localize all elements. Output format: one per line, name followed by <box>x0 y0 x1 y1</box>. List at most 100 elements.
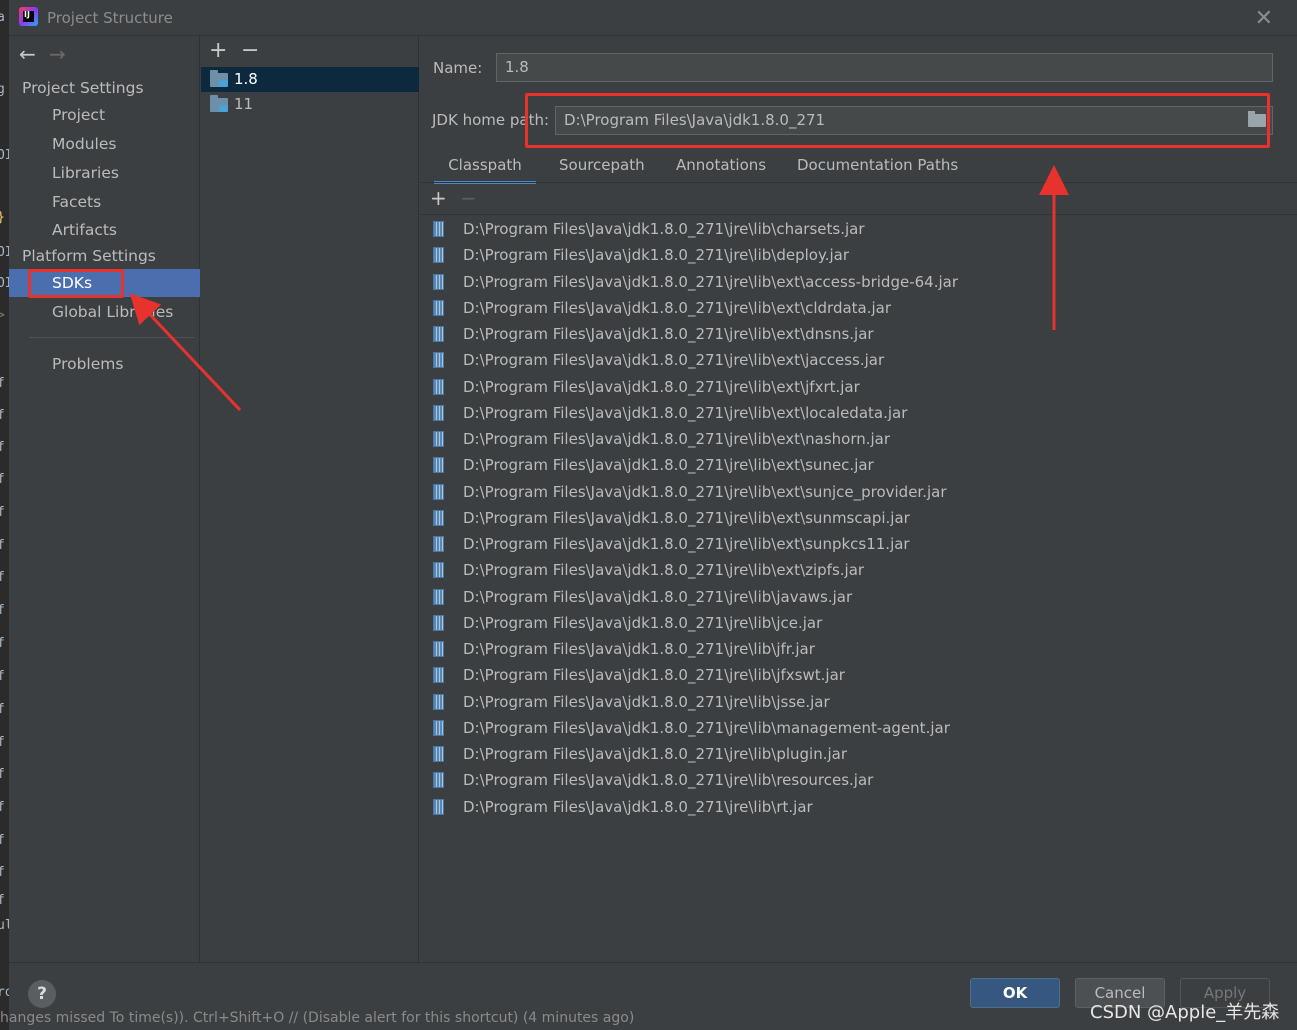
editor-fragment: OI <box>0 245 9 260</box>
ok-button[interactable]: OK <box>970 978 1060 1008</box>
jar-file-icon <box>433 536 444 552</box>
classpath-entry-path: D:\Program Files\Java\jdk1.8.0_271\jre\l… <box>463 587 853 606</box>
classpath-entry[interactable]: D:\Program Files\Java\jdk1.8.0_271\jre\l… <box>420 479 1297 505</box>
classpath-entry[interactable]: D:\Program Files\Java\jdk1.8.0_271\jre\l… <box>420 321 1297 347</box>
window-title: Project Structure <box>47 9 173 27</box>
editor-fragment: ul <box>0 918 9 933</box>
classpath-entry-path: D:\Program Files\Java\jdk1.8.0_271\jre\l… <box>463 745 848 763</box>
editor-fragment: ro <box>0 985 9 1000</box>
editor-fragment: } <box>0 210 5 225</box>
classpath-entry[interactable]: D:\Program Files\Java\jdk1.8.0_271\jre\l… <box>420 662 1297 688</box>
editor-fragment: f <box>0 636 5 651</box>
forward-arrow-icon[interactable]: → <box>49 42 79 66</box>
jdk-folder-icon <box>210 70 228 87</box>
classpath-toolbar: + − <box>430 186 490 210</box>
jar-file-icon <box>433 798 444 815</box>
help-icon[interactable]: ? <box>28 980 56 1008</box>
editor-fragment: f <box>0 376 5 391</box>
classpath-entry[interactable]: D:\Program Files\Java\jdk1.8.0_271\jre\l… <box>420 584 1297 610</box>
sdk-list-pane: + − 1.8 11 <box>201 36 419 962</box>
classpath-entry[interactable]: D:\Program Files\Java\jdk1.8.0_271\jre\l… <box>420 531 1297 557</box>
jdk-home-path-value: D:\Program Files\Java\jdk1.8.0_271 <box>564 111 826 129</box>
classpath-entry[interactable]: D:\Program Files\Java\jdk1.8.0_271\jre\l… <box>420 715 1297 741</box>
classpath-entry[interactable]: D:\Program Files\Java\jdk1.8.0_271\jre\l… <box>420 767 1297 793</box>
close-icon[interactable]: ✕ <box>1255 6 1273 31</box>
classpath-entry[interactable]: D:\Program Files\Java\jdk1.8.0_271\jre\l… <box>420 426 1297 452</box>
classpath-entry-path: D:\Program Files\Java\jdk1.8.0_271\jre\l… <box>463 325 874 343</box>
sdk-details: Name: 1.8 JDK home path: D:\Program File… <box>420 36 1297 962</box>
editor-fragment: f <box>0 440 5 455</box>
classpath-entry-path: D:\Program Files\Java\jdk1.8.0_271\jre\l… <box>463 246 849 265</box>
classpath-entry-path: D:\Program Files\Java\jdk1.8.0_271\jre\l… <box>463 613 823 632</box>
nav-item-project[interactable]: Project <box>9 101 200 129</box>
editor-fragment: OI <box>0 276 9 291</box>
classpath-entry[interactable]: D:\Program Files\Java\jdk1.8.0_271\jre\l… <box>420 242 1297 268</box>
browse-folder-icon[interactable] <box>1248 111 1266 127</box>
classpath-entry-path: D:\Program Files\Java\jdk1.8.0_271\jre\l… <box>463 640 815 658</box>
editor-fragment: f <box>0 767 5 782</box>
nav-divider <box>29 337 194 338</box>
classpath-entry[interactable]: D:\Program Files\Java\jdk1.8.0_271\jre\l… <box>420 741 1297 767</box>
classpath-entry[interactable]: D:\Program Files\Java\jdk1.8.0_271\jre\l… <box>420 452 1297 478</box>
nav-item-problems[interactable]: Problems <box>9 350 200 378</box>
classpath-entry[interactable]: D:\Program Files\Java\jdk1.8.0_271\jre\l… <box>420 505 1297 531</box>
sdk-item-1-8[interactable]: 1.8 <box>201 67 419 92</box>
jar-file-icon <box>433 772 444 789</box>
classpath-entry[interactable]: D:\Program Files\Java\jdk1.8.0_271\jre\l… <box>420 794 1297 820</box>
nav-item-sdks[interactable]: SDKs <box>9 269 200 297</box>
jar-file-icon <box>433 562 444 579</box>
jdk-home-path-field[interactable]: D:\Program Files\Java\jdk1.8.0_271 <box>555 106 1273 135</box>
remove-sdk-icon[interactable]: − <box>241 38 273 63</box>
classpath-entry[interactable]: D:\Program Files\Java\jdk1.8.0_271\jre\l… <box>420 374 1297 400</box>
jar-file-icon <box>433 352 444 369</box>
sdk-item-11[interactable]: 11 <box>201 92 419 117</box>
editor-fragment: f <box>0 800 5 815</box>
nav-item-artifacts[interactable]: Artifacts <box>9 216 200 244</box>
classpath-entry-path: D:\Program Files\Java\jdk1.8.0_271\jre\l… <box>463 508 910 527</box>
jar-file-icon <box>433 509 444 526</box>
nav-history: ← → <box>19 42 79 66</box>
settings-nav: ← → Project Settings Project Modules Libr… <box>9 36 200 962</box>
classpath-entry-path: D:\Program Files\Java\jdk1.8.0_271\jre\l… <box>463 298 892 317</box>
classpath-entry[interactable]: D:\Program Files\Java\jdk1.8.0_271\jre\l… <box>420 557 1297 583</box>
remove-classpath-icon[interactable]: − <box>460 186 490 210</box>
classpath-entry-path: D:\Program Files\Java\jdk1.8.0_271\jre\l… <box>463 482 947 501</box>
jar-file-icon <box>433 221 444 237</box>
classpath-entry[interactable]: D:\Program Files\Java\jdk1.8.0_271\jre\l… <box>420 610 1297 636</box>
nav-item-libraries[interactable]: Libraries <box>9 159 200 187</box>
classpath-entry[interactable]: D:\Program Files\Java\jdk1.8.0_271\jre\l… <box>420 636 1297 662</box>
tab-documentation-paths[interactable]: Documentation Paths <box>797 148 958 184</box>
classpath-entry[interactable]: D:\Program Files\Java\jdk1.8.0_271\jre\l… <box>420 347 1297 373</box>
name-field[interactable]: 1.8 <box>496 53 1273 82</box>
classpath-entry-path: D:\Program Files\Java\jdk1.8.0_271\jre\l… <box>463 692 830 711</box>
nav-item-global-libraries[interactable]: Global Libraries <box>9 298 200 326</box>
back-arrow-icon[interactable]: ← <box>19 42 49 66</box>
classpath-entry-path: D:\Program Files\Java\jdk1.8.0_271\jre\l… <box>463 771 874 790</box>
nav-item-modules[interactable]: Modules <box>9 130 200 158</box>
classpath-entry[interactable]: D:\Program Files\Java\jdk1.8.0_271\jre\l… <box>420 689 1297 715</box>
classpath-entry-path: D:\Program Files\Java\jdk1.8.0_271\jre\l… <box>463 535 910 553</box>
tab-sourcepath[interactable]: Sourcepath <box>559 148 645 184</box>
editor-fragment: f <box>0 735 5 750</box>
tab-annotations[interactable]: Annotations <box>676 148 766 184</box>
jar-file-icon <box>433 719 444 736</box>
classpath-entry[interactable]: D:\Program Files\Java\jdk1.8.0_271\jre\l… <box>420 400 1297 426</box>
project-settings-header: Project Settings <box>22 79 144 97</box>
classpath-entry[interactable]: D:\Program Files\Java\jdk1.8.0_271\jre\l… <box>420 295 1297 321</box>
classpath-entry-path: D:\Program Files\Java\jdk1.8.0_271\jre\l… <box>463 430 891 448</box>
editor-fragment: > <box>0 308 5 323</box>
jar-file-icon <box>433 404 444 421</box>
sdk-item-label: 1.8 <box>234 70 258 88</box>
nav-item-facets[interactable]: Facets <box>9 188 200 216</box>
classpath-list: D:\Program Files\Java\jdk1.8.0_271\jre\l… <box>420 216 1297 820</box>
classpath-entry-path: D:\Program Files\Java\jdk1.8.0_271\jre\l… <box>463 718 950 737</box>
editor-fragment: f <box>0 603 5 618</box>
tab-classpath[interactable]: Classpath <box>434 148 536 184</box>
add-classpath-icon[interactable]: + <box>430 186 460 210</box>
background-editor-strip: a g OI } OI OI > f f f f f f f f f f f f… <box>0 0 9 1030</box>
add-sdk-icon[interactable]: + <box>209 38 241 63</box>
editor-fragment: f <box>0 669 5 684</box>
jar-file-icon <box>433 326 444 342</box>
classpath-entry[interactable]: D:\Program Files\Java\jdk1.8.0_271\jre\l… <box>420 269 1297 295</box>
classpath-entry[interactable]: D:\Program Files\Java\jdk1.8.0_271\jre\l… <box>420 216 1297 242</box>
